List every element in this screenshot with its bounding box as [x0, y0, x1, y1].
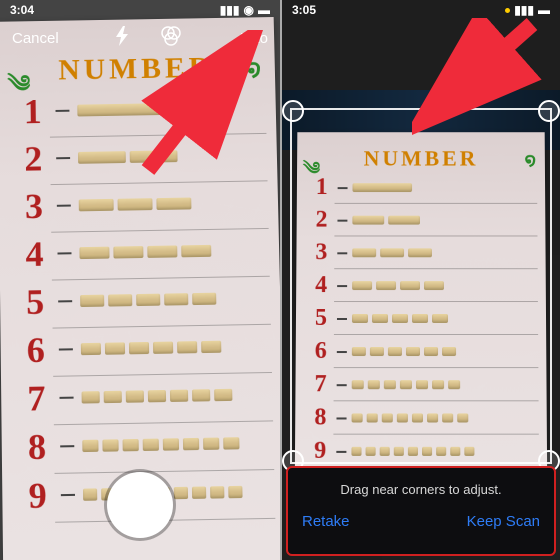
sticks-group: [82, 436, 282, 452]
left-screenshot: ༄ NUMBER ໑ 123456789 3:04 ▮▮▮ ◉ ▬ Cancel: [0, 0, 282, 560]
signal-icon: ▮▮▮: [220, 3, 240, 17]
stick: [147, 245, 177, 257]
stick: [82, 391, 100, 403]
number-row: 8: [22, 418, 282, 471]
signal-icon: ▮▮▮: [514, 3, 534, 17]
stick: [113, 246, 143, 258]
stick: [79, 247, 109, 259]
dash: [61, 494, 75, 496]
number-row: 7: [21, 370, 282, 423]
status-bar: 3:04 ▮▮▮ ◉ ▬: [0, 0, 280, 20]
wifi-icon: ◉: [244, 3, 254, 17]
stick: [126, 390, 144, 402]
stick: [104, 391, 122, 403]
sticks-group: [80, 292, 280, 307]
stick: [228, 486, 242, 498]
status-icons: ▮▮▮ ▬: [505, 3, 550, 17]
stick: [192, 486, 206, 498]
dash: [59, 397, 73, 399]
sticks-group: [79, 244, 279, 259]
row-number: 9: [22, 474, 53, 517]
sticks-group: [81, 340, 282, 356]
right-screenshot: 3:05 ▮▮▮ ▬ ༄ NUMBER ໑ 123456789: [282, 0, 560, 560]
clock: 3:04: [10, 3, 34, 17]
comparison-wrap: ༄ NUMBER ໑ 123456789 3:04 ▮▮▮ ◉ ▬ Cancel: [0, 0, 560, 560]
hint-text: Drag near corners to adjust.: [288, 468, 554, 497]
flash-icon[interactable]: [114, 26, 130, 50]
dash: [57, 252, 71, 254]
sticks-group: [82, 388, 282, 404]
stick: [102, 439, 118, 451]
row-number: 2: [18, 138, 48, 180]
stick: [170, 390, 188, 402]
stick: [181, 245, 211, 257]
dash: [56, 157, 70, 159]
stick: [82, 440, 98, 452]
stick: [174, 487, 188, 499]
stick: [203, 438, 219, 450]
stick: [192, 293, 216, 305]
red-arrow-annotation: [138, 30, 268, 180]
row-number: 8: [22, 425, 53, 468]
retake-button[interactable]: Retake: [302, 513, 350, 530]
stick: [164, 293, 188, 305]
dash: [59, 348, 73, 350]
stick: [80, 295, 104, 307]
battery-icon: ▬: [258, 3, 270, 17]
number-row: 6: [20, 322, 282, 375]
dash: [60, 445, 74, 447]
stick: [123, 439, 139, 451]
stick: [214, 389, 232, 401]
stick: [192, 389, 210, 401]
keep-scan-button[interactable]: Keep Scan: [467, 513, 540, 530]
stick: [83, 488, 97, 500]
row-number: 6: [20, 329, 51, 372]
stick: [153, 342, 173, 354]
number-row: 5: [20, 274, 281, 327]
row-number: 5: [20, 281, 51, 324]
stick: [108, 294, 132, 306]
dash: [56, 110, 70, 112]
stick: [177, 341, 197, 353]
battery-icon: ▬: [538, 3, 550, 17]
clock: 3:05: [292, 3, 316, 17]
stick: [156, 198, 191, 211]
row-number: 7: [21, 377, 52, 420]
red-arrow-annotation: [412, 18, 542, 138]
dash: [57, 205, 71, 207]
dash: [58, 300, 72, 302]
stick: [81, 343, 101, 355]
crop-rectangle[interactable]: [290, 108, 552, 464]
row-number: 4: [19, 233, 49, 275]
stick: [201, 341, 221, 353]
stick: [148, 390, 166, 402]
stick: [78, 151, 126, 164]
shutter-button[interactable]: [107, 472, 173, 538]
crop-handle-tl[interactable]: [282, 100, 304, 122]
stick: [210, 486, 224, 498]
stick: [223, 437, 239, 449]
stick: [118, 198, 153, 211]
stick: [143, 439, 159, 451]
stick: [163, 438, 179, 450]
status-icons: ▮▮▮ ◉ ▬: [220, 3, 270, 17]
recording-indicator-icon: [505, 8, 510, 13]
sticks-group: [79, 196, 278, 211]
stick: [105, 342, 125, 354]
number-row: 3: [19, 178, 279, 230]
cancel-button[interactable]: Cancel: [12, 30, 59, 47]
stick: [79, 199, 114, 212]
stick: [129, 342, 149, 354]
bottom-action-bar: Drag near corners to adjust. Retake Keep…: [286, 466, 556, 556]
stick: [136, 294, 160, 306]
status-bar: 3:05 ▮▮▮ ▬: [282, 0, 560, 20]
number-row: 4: [19, 226, 279, 278]
row-number: 3: [19, 185, 49, 227]
stick: [183, 438, 199, 450]
